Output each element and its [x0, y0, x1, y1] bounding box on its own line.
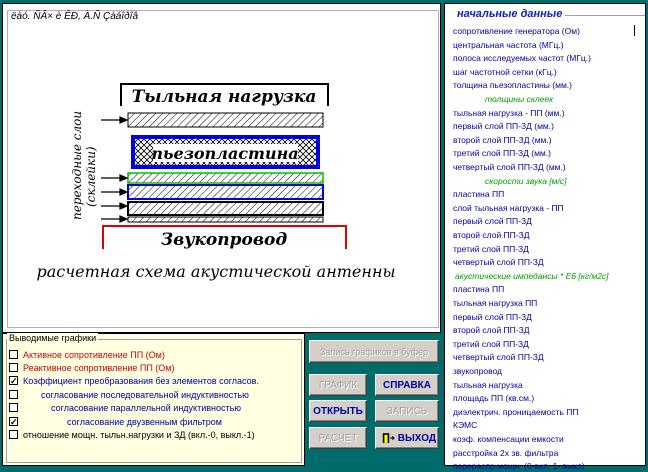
parameter-label[interactable]: второй слой ПП-ЗД (мм.) [453, 134, 552, 146]
parameter-label[interactable]: шаг частотной сетки (кГц.) [453, 66, 557, 78]
parameter-label[interactable]: тыльная нагрузка - ПП (мм.) [453, 107, 565, 119]
waveguide-label: Звукопровод [161, 230, 288, 250]
open-button[interactable]: ОТКРЫТЬ [309, 400, 367, 422]
graph-option-row[interactable]: Реактивное сопротивление ПП (Ом) [9, 362, 174, 374]
matching-layer-2 [127, 184, 324, 200]
matching-layer-3 [127, 201, 324, 216]
transition-layers-label: переходные слои [70, 111, 84, 220]
door-exit-icon [382, 433, 395, 443]
waveguide: Звукопровод [102, 225, 347, 250]
graph-option-row[interactable]: отношение мощн. тыльн.нагрузки и ЗД (вкл… [9, 429, 255, 441]
parameter-label[interactable]: полоса исследуемых частот (МГц.) [453, 52, 591, 64]
text-cursor [634, 25, 635, 36]
scheme-panel: ëàó. ÑÂ× è ÊÐ, À.Ñ Çàáîðîâ Тыльная нагру… [2, 3, 441, 333]
initial-data-panel: начальные данные сопротивление генератор… [444, 3, 646, 471]
save-button[interactable]: ЗАПИСЬ [375, 400, 439, 422]
antenna-scheme-diagram: Тыльная нагрузка пьезопластина переходны… [36, 83, 396, 281]
graph-option-label: согласование параллельной индуктивностью [51, 403, 242, 413]
parameter-label[interactable]: тыльная нагрузка ПП [453, 297, 537, 309]
matching-layer-4 [127, 216, 324, 223]
graph-option-row[interactable]: ✓ согласование двузвенным фильтром [9, 416, 222, 428]
graph-option-label: согласование двузвенным фильтром [67, 417, 222, 427]
parameter-label[interactable]: центральная частота (МГц.) [453, 39, 564, 51]
section-subheader: скорости звука [м/с] [485, 175, 567, 186]
parameter-label[interactable]: КЭМС [453, 419, 477, 431]
parameter-label[interactable]: четвертый слой ПП-ЗД [453, 351, 544, 363]
parameter-label[interactable]: перераспр.мощн. (0-вкл, 1- выкл) [453, 460, 585, 472]
exit-button[interactable]: ВЫХОД [375, 427, 439, 449]
graph-option-label: отношение мощн. тыльн.нагрузки и ЗД (вкл… [23, 430, 255, 440]
graph-option-checkbox[interactable] [9, 390, 18, 400]
parameter-label[interactable]: четвертый слой ПП-ЗД [453, 256, 544, 268]
graphs-legend: Выводимые графики [7, 333, 99, 343]
glue-layers-label: (склейки) [84, 146, 98, 207]
output-graphs-panel: Выводимые графики Активное сопротивление… [2, 333, 305, 466]
parameter-label[interactable]: второй слой ПП-ЗД [453, 229, 530, 241]
graph-option-label: Коэффициент преобразования без элементов… [23, 376, 259, 386]
graph-button[interactable]: ГРАФИК [309, 374, 367, 396]
parameter-label[interactable]: толщина пьезопластины (мм.) [453, 79, 572, 91]
graph-option-row[interactable]: согласование параллельной индуктивностью [9, 402, 241, 414]
back-load-label: Тыльная нагрузка [132, 87, 317, 107]
header-divider [565, 15, 645, 16]
parameter-label[interactable]: третий слой ПП-ЗД [453, 243, 529, 255]
parameter-label[interactable]: четвертый слой ПП-ЗД (мм.) [453, 161, 566, 173]
graph-option-row[interactable]: Активное сопротивление ПП (Ом) [9, 349, 165, 361]
parameter-label[interactable]: второй слой ПП-ЗД [453, 324, 530, 336]
graph-option-checkbox[interactable]: ✓ [9, 417, 18, 427]
initial-data-header: начальные данные [457, 8, 563, 20]
parameter-label[interactable]: коэф. компенсации емкости [453, 433, 564, 445]
layer-arrows [101, 116, 129, 223]
matching-layer-1 [127, 172, 324, 184]
piezo-label: пьезопластина [151, 144, 298, 163]
section-subheader: толщины склеек [485, 94, 554, 104]
graph-option-checkbox[interactable] [9, 403, 18, 413]
parameter-label[interactable]: площадь ПП (кв.см.) [453, 392, 534, 404]
parameter-label[interactable]: расстройка 2х зв. фильтра [453, 447, 558, 459]
graph-option-checkbox[interactable] [9, 363, 18, 373]
graph-option-label: согласование последовательной индуктивно… [41, 390, 249, 400]
graph-option-checkbox[interactable] [9, 430, 18, 440]
graph-option-label: Активное сопротивление ПП (Ом) [23, 350, 165, 360]
parameter-label[interactable]: слой тыльная нагрузка - ПП [453, 202, 564, 214]
back-load: Тыльная нагрузка [120, 83, 329, 107]
parameter-label[interactable]: третий слой ПП-ЗД (мм.) [453, 147, 551, 159]
parameter-label[interactable]: пластина ПП [453, 188, 504, 200]
graph-option-checkbox[interactable]: ✓ [9, 376, 18, 386]
record-graphs-button[interactable]: Запись графиков в буфер [309, 340, 439, 363]
graph-option-checkbox[interactable] [9, 350, 18, 360]
parameter-label[interactable]: звукопровод [453, 365, 502, 377]
scheme-caption: расчетная схема акустической антенны [36, 262, 395, 281]
parameter-label[interactable]: первый слой ПП-ЗД [453, 311, 532, 323]
parameter-label[interactable]: первый слой ПП-ЗД [453, 215, 532, 227]
parameter-label[interactable]: сопротивление генератора (Ом) [453, 25, 580, 37]
piezo-plate: пьезопластина [131, 135, 320, 169]
glue-layer-back [127, 112, 324, 128]
help-button[interactable]: СПРАВКА [375, 374, 439, 396]
parameter-label[interactable]: диэлектрич. проницаемость ПП [453, 406, 578, 418]
calc-button[interactable]: РАСЧЕТ [309, 427, 367, 449]
graph-option-row[interactable]: согласование последовательной индуктивно… [9, 389, 249, 401]
graph-option-row[interactable]: ✓ Коэффициент преобразования без элементо… [9, 375, 259, 387]
parameter-label[interactable]: первый слой ПП-ЗД (мм.) [453, 120, 554, 132]
exit-button-label: ВЫХОД [397, 432, 436, 444]
parameter-label[interactable]: пластина ПП [453, 283, 504, 295]
parameter-label[interactable]: тыльная нагрузка [453, 379, 523, 391]
graph-option-label: Реактивное сопротивление ПП (Ом) [23, 363, 175, 373]
parameter-label[interactable]: третий слой ПП-ЗД [453, 338, 529, 350]
section-subheader: акустические импедансы * Е6 [кг/м2с] [455, 270, 609, 281]
